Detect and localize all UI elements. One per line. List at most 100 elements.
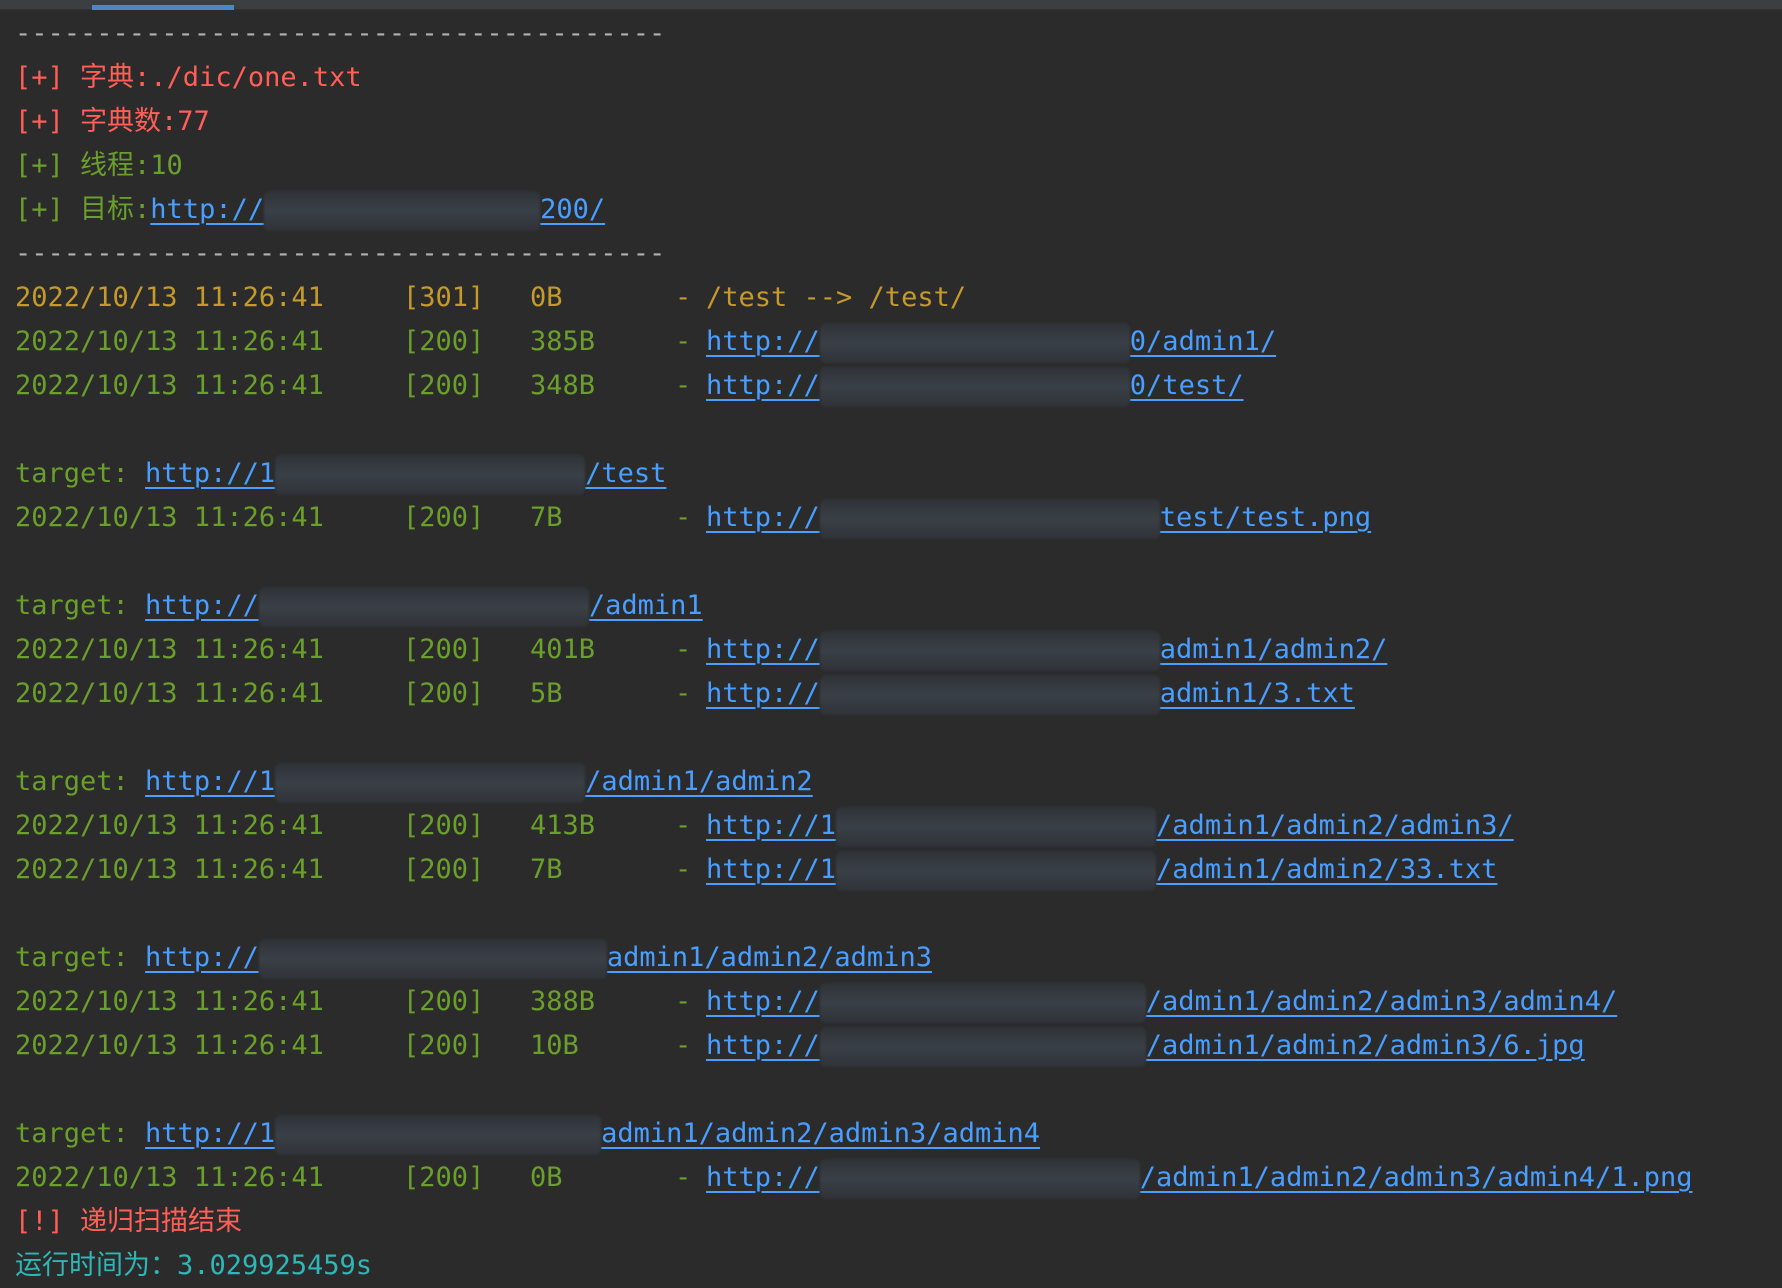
row-redirect-text: /test --> /test/ <box>706 282 967 313</box>
target-header: target: http://1 admin1/admin2/admin3/adm… <box>15 1112 1775 1156</box>
result-row: 2022/10/13 11:26:41 [200] 7B - http://test/t… <box>15 496 1775 540</box>
target-label: target: <box>15 590 146 621</box>
row-dash: - <box>675 370 692 401</box>
row-url[interactable]: http:///admin1/admin2/admin3/admin4/1.pn… <box>706 1158 1692 1199</box>
row-dash: - <box>675 810 692 841</box>
dict-line: [+] 字典:./dic/one.txt <box>15 56 1775 100</box>
row-url[interactable]: http://admin1/admin2/ <box>706 630 1387 671</box>
row-status-code: [200] <box>403 370 485 401</box>
row-date: 2022/10/13 11:26:41 <box>15 1162 324 1193</box>
target-label: target: <box>15 458 146 489</box>
result-row: 2022/10/13 11:26:41 [200] 5B - http://admin1… <box>15 672 1775 716</box>
dict-value: ./dic/one.txt <box>150 62 362 93</box>
row-status-code: [200] <box>403 810 485 841</box>
row-size: 348B <box>530 370 596 401</box>
row-url[interactable]: http://admin1/3.txt <box>706 674 1355 715</box>
row-dash: - <box>675 1030 692 1061</box>
separator-line: ---------------------------------------- <box>15 18 666 49</box>
row-status-code: [200] <box>403 986 485 1017</box>
row-status-code: [200] <box>403 1030 485 1061</box>
row-status-code: [200] <box>403 854 485 885</box>
row-size: 7B <box>530 502 563 533</box>
result-row: 2022/10/13 11:26:41 [200] 401B - http://admi… <box>15 628 1775 672</box>
target-header: target: http://1/admin1/admin2 <box>15 760 1775 804</box>
dict-count-label: 字典数: <box>80 106 178 137</box>
row-status-code: [200] <box>403 678 485 709</box>
threads-line: [+] 线程:10 <box>15 144 1775 188</box>
runtime-value: 3.029925459s <box>177 1250 373 1281</box>
row-url[interactable]: http://1/admin1/admin2/admin3/ <box>706 806 1514 847</box>
dict-label: 字典: <box>80 62 151 93</box>
result-row: 2022/10/13 11:26:41 [200] 348B - http://0/te… <box>15 364 1775 408</box>
target-url[interactable]: http://1/test <box>145 454 666 495</box>
row-date: 2022/10/13 11:26:41 <box>15 678 324 709</box>
target-line: [+] 目标:http://200/ <box>15 188 1775 232</box>
row-size: 385B <box>530 326 596 357</box>
row-url[interactable]: http://0/test/ <box>706 366 1244 407</box>
row-date: 2022/10/13 11:26:41 <box>15 634 324 665</box>
row-size: 7B <box>530 854 563 885</box>
console-output: ----------------------------------------… <box>15 12 1775 1288</box>
row-url[interactable]: http:///admin1/admin2/admin3/admin4/ <box>706 982 1617 1023</box>
done-text: 递归扫描结束 <box>80 1206 243 1237</box>
dict-count-value: 77 <box>177 106 210 137</box>
threads-prefix: [+] <box>15 150 81 181</box>
threads-label: 线程: <box>80 150 151 181</box>
target-url[interactable]: http:///admin1 <box>145 586 703 627</box>
tab-bar <box>0 0 1782 10</box>
row-dash: - <box>675 634 692 665</box>
target-label: target: <box>15 1118 146 1149</box>
row-status-code: [200] <box>403 634 485 665</box>
row-size: 0B <box>530 282 563 313</box>
result-row: 2022/10/13 11:26:41 [200] 0B - http:///admin… <box>15 1156 1775 1200</box>
row-url[interactable]: http://test/test.png <box>706 498 1371 539</box>
result-row: 2022/10/13 11:26:41 [200] 10B - http:///admi… <box>15 1024 1775 1068</box>
target-label: target: <box>15 942 146 973</box>
row-dash: - <box>675 326 692 357</box>
row-status-code: [200] <box>403 1162 485 1193</box>
dict-count-line: [+] 字典数:77 <box>15 100 1775 144</box>
target-header: target: http://admin1/admin2/admin3 <box>15 936 1775 980</box>
row-size: 388B <box>530 986 596 1017</box>
result-row: 2022/10/13 11:26:41 [301] 0B -/test --> /te… <box>15 276 1775 320</box>
row-dash: - <box>675 1162 692 1193</box>
row-dash: - <box>675 854 692 885</box>
target-url[interactable]: http://1/admin1/admin2 <box>145 762 813 803</box>
row-size: 401B <box>530 634 596 665</box>
row-dash: - <box>675 502 692 533</box>
target-label: target: <box>15 766 146 797</box>
row-status-code: [200] <box>403 326 485 357</box>
row-status-code: [200] <box>403 502 485 533</box>
active-tab-indicator[interactable] <box>92 5 234 10</box>
row-size: 10B <box>530 1030 579 1061</box>
row-dash: - <box>675 986 692 1017</box>
row-url[interactable]: http:///admin1/admin2/admin3/6.jpg <box>706 1026 1585 1067</box>
row-date: 2022/10/13 11:26:41 <box>15 370 324 401</box>
row-date: 2022/10/13 11:26:41 <box>15 1030 324 1061</box>
runtime-label: 运行时间为： <box>15 1250 177 1281</box>
row-date: 2022/10/13 11:26:41 <box>15 810 324 841</box>
row-size: 5B <box>530 678 563 709</box>
row-date: 2022/10/13 11:26:41 <box>15 854 324 885</box>
row-size: 413B <box>530 810 596 841</box>
scan-done-line: [!] 递归扫描结束 <box>15 1200 1775 1244</box>
separator-line: ---------------------------------------- <box>15 238 666 269</box>
result-row: 2022/10/13 11:26:41 [200] 7B - http://1/admi… <box>15 848 1775 892</box>
row-status-code: [301] <box>403 282 485 313</box>
result-row: 2022/10/13 11:26:41 [200] 413B - http://1/ad… <box>15 804 1775 848</box>
target-header: target: http://1/test <box>15 452 1775 496</box>
done-prefix: [!] <box>15 1206 81 1237</box>
row-date: 2022/10/13 11:26:41 <box>15 986 324 1017</box>
runtime-line: 运行时间为：3.029925459s <box>15 1244 1775 1288</box>
row-url[interactable]: http://0/admin1/ <box>706 322 1276 363</box>
row-size: 0B <box>530 1162 563 1193</box>
target-url[interactable]: http://200/ <box>150 190 605 231</box>
target-prefix: [+] <box>15 194 81 225</box>
target-url[interactable]: http://1 admin1/admin2/admin3/admin4 <box>145 1114 1040 1155</box>
threads-value: 10 <box>150 150 183 181</box>
target-url[interactable]: http://admin1/admin2/admin3 <box>145 938 932 979</box>
dict-prefix: [+] <box>15 62 81 93</box>
row-url[interactable]: http://1/admin1/admin2/33.txt <box>706 850 1497 891</box>
target-label: 目标: <box>80 194 151 225</box>
row-date: 2022/10/13 11:26:41 <box>15 282 324 313</box>
